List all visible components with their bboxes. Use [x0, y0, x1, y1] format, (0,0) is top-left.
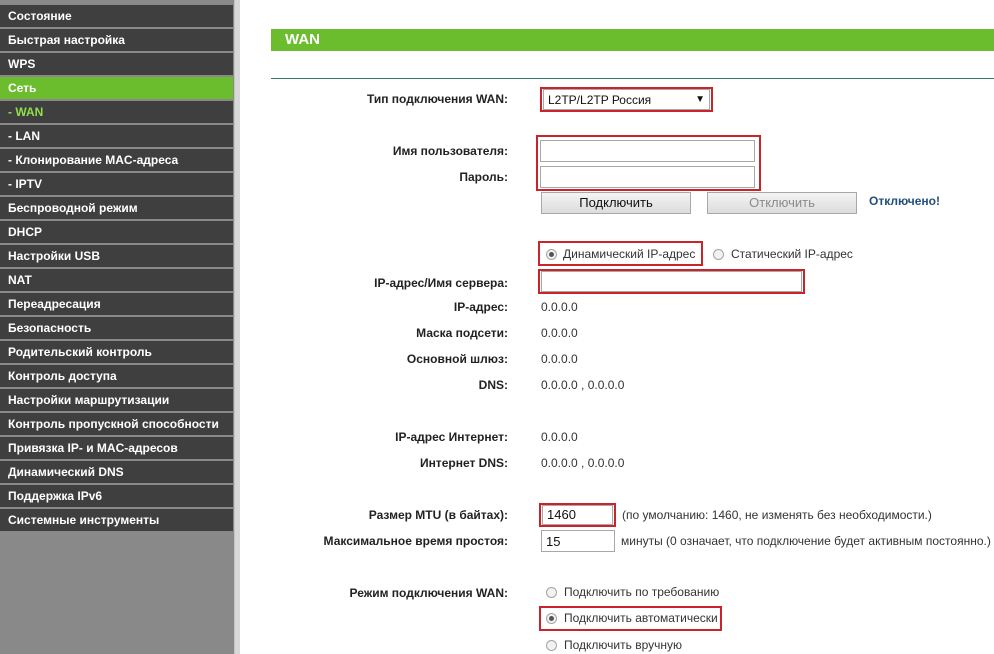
dropdown-arrow-icon: ▼ [695, 94, 705, 105]
sidebar-item-forwarding[interactable]: Переадресация [0, 293, 233, 315]
sidebar-nav: Состояние Быстрая настройка WPS Сеть - W… [0, 0, 234, 654]
sidebar-item-wps[interactable]: WPS [0, 53, 233, 75]
dns-value: 0.0.0.0 , 0.0.0.0 [541, 378, 625, 392]
connect-button[interactable]: Подключить [541, 192, 691, 214]
sidebar-item-usb[interactable]: Настройки USB [0, 245, 233, 267]
gateway-label: Основной шлюз: [406, 352, 508, 366]
internet-ip-label: IP-адрес Интернет: [395, 430, 508, 444]
server-input[interactable] [541, 271, 802, 292]
internet-dns-value: 0.0.0.0 , 0.0.0.0 [541, 456, 625, 470]
mtu-hint: (по умолчанию: 1460, не изменять без нео… [622, 508, 932, 522]
sidebar-item-iptv[interactable]: - IPTV [0, 173, 233, 195]
sidebar-item-access-control[interactable]: Контроль доступа [0, 365, 233, 387]
sidebar-item-dhcp[interactable]: DHCP [0, 221, 233, 243]
dynamic-ip-radio[interactable] [546, 249, 557, 260]
mode-auto-radio[interactable] [546, 613, 557, 624]
sidebar-item-routing[interactable]: Настройки маршрутизации [0, 389, 233, 411]
mode-manual-radio[interactable] [546, 640, 557, 651]
mask-value: 0.0.0.0 [541, 326, 578, 340]
internet-ip-value: 0.0.0.0 [541, 430, 578, 444]
ip-value: 0.0.0.0 [541, 300, 578, 314]
idle-time-input[interactable] [541, 530, 615, 552]
sidebar-item-wireless[interactable]: Беспроводной режим [0, 197, 233, 219]
wan-type-select[interactable]: L2TP/L2TP Россия ▼ [543, 89, 710, 110]
dns-label: DNS: [478, 378, 508, 392]
static-ip-radio[interactable] [713, 249, 724, 260]
sidebar-item-mac-clone[interactable]: - Клонирование MAC-адреса [0, 149, 233, 171]
ip-label: IP-адрес: [453, 300, 508, 314]
sidebar-item-ddns[interactable]: Динамический DNS [0, 461, 233, 483]
server-label: IP-адрес/Имя сервера: [374, 276, 508, 290]
mode-on-demand-radio[interactable] [546, 587, 557, 598]
title-divider [271, 78, 994, 79]
sidebar-item-wan[interactable]: - WAN [0, 101, 233, 123]
disconnect-button[interactable]: Отключить [707, 192, 857, 214]
mode-auto-label[interactable]: Подключить автоматически [564, 611, 718, 625]
wan-type-label: Тип подключения WAN: [366, 92, 508, 106]
mode-manual-label[interactable]: Подключить вручную [564, 638, 682, 652]
username-input[interactable] [540, 140, 755, 162]
mtu-input[interactable] [542, 505, 613, 525]
internet-dns-label: Интернет DNS: [419, 456, 508, 470]
password-label: Пароль: [459, 170, 508, 184]
sidebar-item-system-tools[interactable]: Системные инструменты [0, 509, 233, 531]
static-ip-label[interactable]: Статический IP-адрес [731, 247, 853, 261]
sidebar-item-nat[interactable]: NAT [0, 269, 233, 291]
gateway-value: 0.0.0.0 [541, 352, 578, 366]
page-title: WAN [271, 29, 994, 51]
frame-divider[interactable] [234, 0, 240, 654]
sidebar-item-status[interactable]: Состояние [0, 5, 233, 27]
sidebar-item-network[interactable]: Сеть [0, 77, 233, 99]
password-input[interactable] [540, 166, 755, 188]
wan-type-value: L2TP/L2TP Россия [548, 93, 652, 107]
sidebar-item-bandwidth[interactable]: Контроль пропускной способности [0, 413, 233, 435]
wan-mode-label: Режим подключения WAN: [349, 586, 508, 600]
sidebar-item-lan[interactable]: - LAN [0, 125, 233, 147]
idle-time-label: Максимальное время простоя: [323, 534, 508, 548]
sidebar-item-security[interactable]: Безопасность [0, 317, 233, 339]
mtu-label: Размер MTU (в байтах): [368, 508, 508, 522]
mask-label: Маска подсети: [416, 326, 508, 340]
dynamic-ip-label[interactable]: Динамический IP-адрес [563, 247, 695, 261]
idle-time-hint: минуты (0 означает, что подключение буде… [621, 534, 991, 548]
sidebar-item-ip-mac-binding[interactable]: Привязка IP- и MAC-адресов [0, 437, 233, 459]
sidebar-item-quick-setup[interactable]: Быстрая настройка [0, 29, 233, 51]
sidebar-item-parental-control[interactable]: Родительский контроль [0, 341, 233, 363]
connection-status: Отключено! [869, 194, 940, 208]
username-label: Имя пользователя: [392, 144, 508, 158]
mode-on-demand-label[interactable]: Подключить по требованию [564, 585, 719, 599]
sidebar-item-ipv6[interactable]: Поддержка IPv6 [0, 485, 233, 507]
